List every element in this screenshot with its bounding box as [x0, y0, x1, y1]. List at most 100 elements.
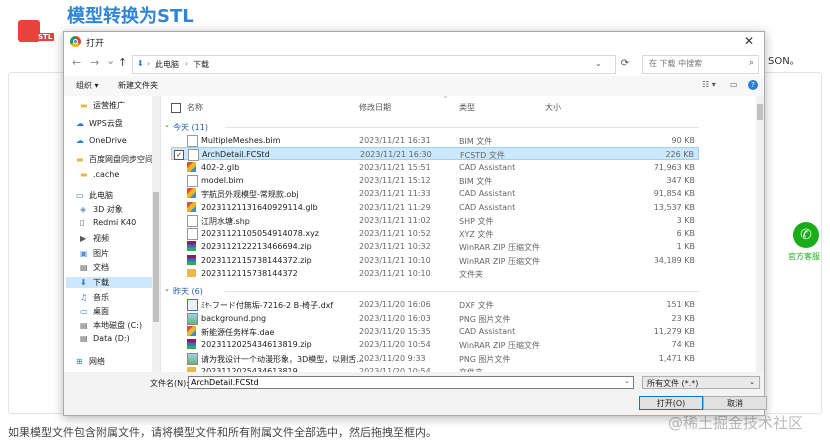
select-all-checkbox[interactable]	[171, 103, 181, 113]
file-size: 71,963 KB	[653, 162, 695, 172]
sidebar-item[interactable]: ▶ 视频	[80, 233, 109, 244]
file-name: 20231121157381443​72.zip	[201, 255, 312, 265]
row-checkbox[interactable]: ✓	[174, 150, 184, 161]
customer-service-label[interactable]: 官方客服	[788, 251, 820, 262]
group-header[interactable]: 今天 (11)	[173, 122, 208, 133]
file-row[interactable]: 宇航员外观模型-常规款.obj 2023/11/21 11:33 CAD Assis…	[171, 187, 699, 200]
sidebar-item[interactable]: ☁ OneDrive	[76, 136, 127, 145]
sidebar-item[interactable]: ◈ 3D 对象	[80, 204, 123, 215]
group-divider	[225, 291, 699, 293]
folder-icon	[187, 269, 196, 277]
file-date: 2023/11/20 16:03	[359, 313, 431, 323]
navigation-pane: ▬ 运营推广 ☁ WPS云盘 ☁ OneDrive ▬ 百度网盘同步空间 ▬ .cache ▭ 此电脑…	[64, 96, 161, 372]
file-size: 74 KB	[671, 340, 695, 350]
file-type: CAD Assistant	[459, 162, 516, 172]
file-type-select[interactable]: 所有文件 (*.*) ⌄	[642, 376, 760, 389]
file-row[interactable]: 江阴水塘.shp 2023/11/21 11:02 SHP 文件 3 KB	[171, 214, 699, 227]
open-button[interactable]: 打开(O)	[639, 396, 703, 410]
sidebar-item[interactable]: ⬇ 下载	[66, 277, 158, 288]
sidebar-item[interactable]: ♫ 音乐	[80, 292, 109, 303]
sidebar-item[interactable]: ▯ Redmi K40	[80, 218, 136, 227]
file-date: 2023/11/21 10:32	[359, 242, 431, 252]
collapse-chevron-icon[interactable]: ⌄	[164, 285, 170, 293]
wechat-icon[interactable]: ✆	[793, 222, 819, 248]
zip-icon	[187, 339, 196, 350]
new-folder-button[interactable]: 新建文件夹	[118, 80, 158, 91]
sidebar-item[interactable]: ▬ 百度网盘同步空间	[76, 154, 153, 165]
group-header[interactable]: 昨天 (6)	[173, 286, 203, 297]
file-row[interactable]: 20231121157381443​72 2023/11/21 10:10 文件夹	[171, 267, 699, 280]
file-type: CAD Assistant	[459, 202, 516, 212]
organize-menu[interactable]: 组织 ▾	[76, 80, 99, 91]
file-row[interactable]: 20231120254346138​19.zip 2023/11/20 10:54…	[171, 338, 699, 351]
file-name: 20231120254346138​19.zip	[201, 340, 312, 350]
file-size: 90 KB	[671, 136, 695, 145]
file-row[interactable]: model.bim 2023/11/21 15:12 BIM 文件 347 KB	[171, 174, 699, 187]
file-row[interactable]: 20231120254346138​192023/11/20 10:54文件夹	[171, 365, 699, 372]
sidebar-item[interactable]: ⊞ 网络	[76, 356, 105, 367]
file-row[interactable]: 20231121131640929114.glb 2023/11/21 11:29…	[171, 201, 699, 214]
file-row[interactable]: ﾐﾔ-フード付無垢-7216-2 B-椅子.dxf 2023/11/20 16:0…	[171, 298, 699, 312]
file-type: 文件夹	[459, 270, 483, 279]
file-list-scroll-thumb[interactable]	[757, 104, 763, 120]
breadcrumb-this-pc[interactable]: 此电脑	[155, 59, 179, 70]
cancel-button[interactable]: 取消	[703, 396, 767, 410]
sidebar-item[interactable]: ▤ 文档	[80, 262, 109, 273]
file-name: background.png	[201, 313, 267, 323]
network-icon: ⊞	[76, 357, 83, 366]
sidebar-item[interactable]: ▬ 运营推广	[80, 100, 125, 111]
forward-arrow-icon[interactable]: →	[90, 56, 99, 69]
sidebar-scroll-thumb[interactable]	[153, 192, 159, 322]
file-name: 请为我设计一个动漫形象，3D模型，以刚舌...	[201, 354, 364, 364]
file-icon	[188, 149, 199, 162]
picture-icon: ▣	[80, 249, 88, 258]
sidebar-item-label: Data (D:)	[93, 334, 130, 343]
file-row[interactable]: 20231121222134666​94.zip 2023/11/21 10:32…	[171, 240, 699, 253]
sidebar-item[interactable]: ▬ .cache	[80, 170, 119, 179]
file-row[interactable]: 20231121105054914078.xyz 2023/11/21 10:52…	[171, 227, 699, 241]
sidebar-item[interactable]: ▭ 桌面	[80, 306, 109, 317]
column-header-name[interactable]: 名称	[187, 102, 203, 113]
filename-input[interactable]	[188, 376, 634, 389]
sidebar-item-label: 百度网盘同步空间	[89, 155, 153, 164]
preview-pane-icon[interactable]: ▭	[730, 80, 738, 89]
sidebar-item[interactable]: ▤ Data (D:)	[80, 334, 130, 343]
search-input[interactable]	[647, 58, 741, 69]
search-box[interactable]: ⌕	[642, 55, 759, 74]
close-icon[interactable]: ✕	[744, 34, 754, 48]
view-options-icon[interactable]: ☷ ▾	[702, 80, 716, 89]
column-header-size[interactable]: 大小	[545, 102, 561, 113]
file-date: 2023/11/21 10:52	[359, 229, 431, 239]
file-row[interactable]: MultipleMeshes.bim 2023/11/21 16:31 BIM 文件…	[171, 134, 699, 147]
filename-dropdown-icon[interactable]: ⌄	[624, 377, 630, 385]
file-row[interactable]: 请为我设计一个动漫形象，3D模型，以刚舌... 2023/11/20 9:33 PN…	[171, 352, 699, 365]
sidebar-item[interactable]: ▭ 此电脑	[76, 190, 113, 201]
back-arrow-icon[interactable]: ←	[72, 56, 81, 69]
file-row[interactable]: 402-2.glb 2023/11/21 15:51 CAD Assistant 71…	[171, 161, 699, 174]
recent-dropdown-icon[interactable]: ⌄	[106, 54, 115, 67]
file-size: 1,471 KB	[658, 353, 695, 363]
file-row[interactable]: background.png 2023/11/20 16:03 PNG 图片文件 23…	[171, 312, 699, 325]
cloud-icon: ☁	[76, 136, 84, 145]
address-dropdown-icon[interactable]: ⌄	[595, 59, 602, 68]
sidebar-item[interactable]: ☁ WPS云盘	[76, 118, 123, 129]
refresh-icon[interactable]: ⟳	[616, 55, 634, 72]
column-header-date[interactable]: 修改日期	[359, 102, 391, 113]
sidebar-item-label: 图片	[93, 249, 109, 258]
sidebar-item[interactable]: ▣ 图片	[80, 248, 109, 259]
up-arrow-icon[interactable]: ↑	[118, 56, 127, 69]
file-row[interactable]: 新能源任务样车.dae 2023/11/20 15:35 CAD Assistant…	[171, 325, 699, 338]
sidebar-item[interactable]: ▤ 本地磁盘 (C:)	[80, 320, 142, 331]
sidebar-item-label: 本地磁盘 (C:)	[93, 321, 143, 330]
collapse-chevron-icon[interactable]: ⌄	[164, 121, 170, 129]
file-row[interactable]: ✓ ArchDetail.FCStd 2023/11/21 16:30 FCSTD 文…	[171, 147, 699, 162]
image-icon	[187, 352, 198, 365]
dialog-titlebar[interactable]: 打开 ✕	[64, 32, 764, 52]
file-list-scrollbar[interactable]	[756, 96, 764, 372]
address-bar[interactable]: ⬇ › 此电脑 › 下载 ⌄	[132, 55, 616, 74]
column-header-type[interactable]: 类型	[459, 102, 475, 113]
file-name: 20231121222134666​94.zip	[201, 242, 312, 252]
file-row[interactable]: 20231121157381443​72.zip 2023/11/21 10:10…	[171, 254, 699, 267]
breadcrumb-downloads[interactable]: 下载	[193, 59, 209, 70]
help-icon[interactable]: ?	[748, 80, 758, 90]
